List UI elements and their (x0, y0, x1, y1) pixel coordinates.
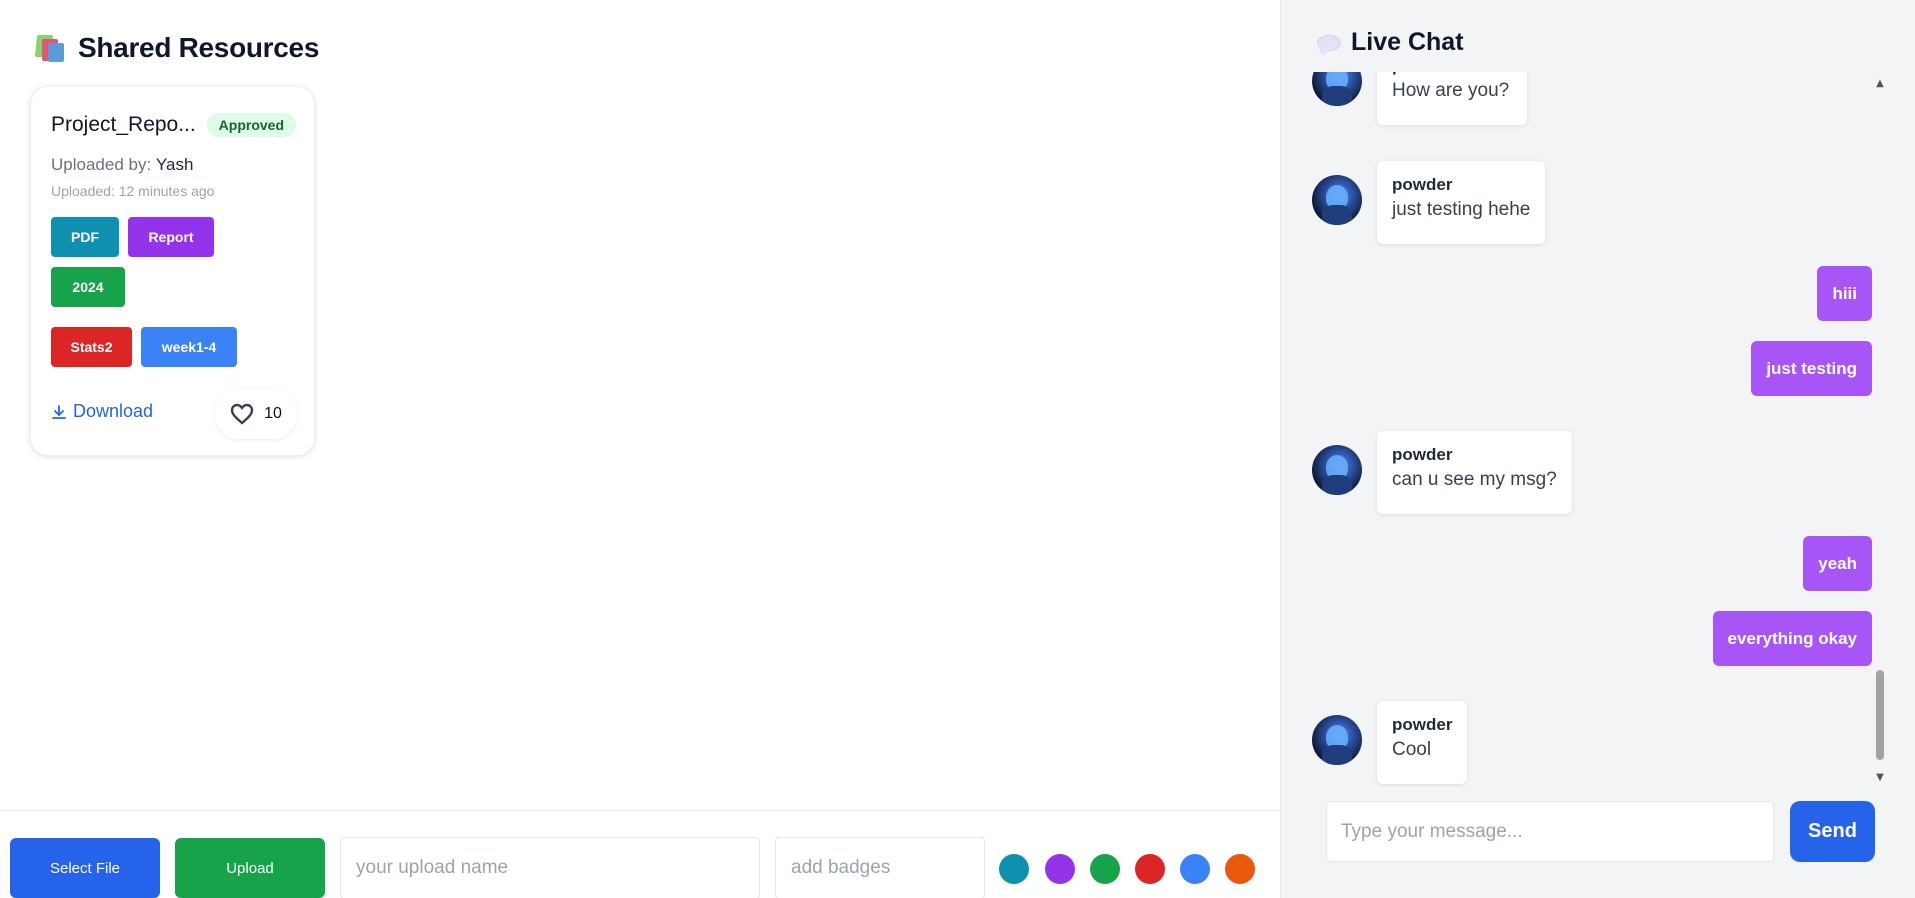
message-text: Cool (1392, 739, 1432, 760)
file-name: Project_Repo... (51, 113, 196, 136)
chat-title: Live Chat (1351, 28, 1464, 56)
badge-week1-4: week1-4 (141, 327, 237, 367)
upload-button[interactable]: Upload (175, 838, 325, 898)
message-sender: powder (1392, 445, 1453, 464)
color-swatch-purple[interactable] (1045, 854, 1075, 884)
chat-message: powder How are you? (1377, 72, 1527, 125)
color-swatch-orange[interactable] (1225, 854, 1255, 884)
chat-message-own: hiii (1817, 266, 1872, 321)
chat-panel: Live Chat powder How are you? powder jus… (1280, 0, 1915, 898)
resource-card: Project_Repo... Approved Uploaded by: Ya… (30, 86, 315, 456)
upload-name-input[interactable] (340, 837, 760, 898)
chat-message-own: yeah (1803, 536, 1872, 591)
like-button[interactable]: 10 (215, 389, 297, 439)
badge-2024: 2024 (51, 267, 125, 307)
download-link[interactable]: Download (51, 401, 153, 422)
status-badge: Approved (206, 113, 296, 137)
resources-panel: Shared Resources Project_Repo... Approve… (0, 0, 1280, 898)
message-sender: powder (1392, 715, 1453, 734)
avatar (1312, 445, 1362, 495)
color-swatch-teal[interactable] (999, 854, 1029, 884)
speech-bubble-icon (1317, 34, 1341, 51)
avatar (1312, 72, 1362, 106)
chat-message-own: just testing (1751, 341, 1872, 396)
download-icon (52, 404, 66, 419)
card-header: Project_Repo... Approved (51, 111, 296, 139)
page-title: Shared Resources (78, 32, 320, 63)
scroll-up-icon[interactable]: ▲ (1874, 78, 1886, 90)
books-icon (34, 33, 66, 63)
message-text: just testing hehe (1392, 199, 1531, 220)
uploaded-by: Uploaded by: Yash (51, 155, 193, 175)
color-swatch-blue[interactable] (1180, 854, 1210, 884)
chat-message: powder can u see my msg? (1377, 431, 1572, 514)
chat-message: powder Cool (1377, 701, 1468, 784)
send-button[interactable]: Send (1790, 801, 1875, 862)
message-text: can u see my msg? (1392, 469, 1557, 490)
message-sender: powder (1392, 175, 1453, 194)
chat-message-input[interactable] (1326, 801, 1774, 862)
scroll-down-icon[interactable]: ▼ (1874, 772, 1886, 784)
scrollbar-thumb[interactable] (1876, 670, 1884, 760)
color-swatch-red[interactable] (1135, 854, 1165, 884)
badge-report: Report (128, 217, 214, 257)
avatar (1312, 715, 1362, 765)
message-sender: powder (1392, 72, 1512, 76)
message-text: How are you? (1392, 80, 1510, 101)
chat-message-own: everything okay (1712, 611, 1872, 666)
badge-stats2: Stats2 (51, 327, 132, 367)
color-swatch-green[interactable] (1090, 854, 1120, 884)
badge-pdf: PDF (51, 217, 119, 257)
like-count: 10 (264, 405, 282, 422)
resources-header: Shared Resources (34, 30, 319, 66)
uploaded-by-label: Uploaded by: (51, 155, 152, 174)
badges-input[interactable] (775, 837, 985, 898)
upload-time: Uploaded: 12 minutes ago (51, 183, 215, 199)
chat-messages[interactable]: powder How are you? powder just testing … (1281, 72, 1881, 787)
heart-icon (230, 403, 254, 425)
download-label: Download (73, 401, 154, 421)
upload-bar: Select File Upload (0, 810, 1280, 898)
uploader-name: Yash (155, 155, 194, 174)
avatar (1312, 175, 1362, 225)
chat-message: powder just testing hehe (1377, 161, 1546, 244)
select-file-button[interactable]: Select File (10, 838, 160, 898)
chat-scrollbar[interactable]: ▲ ▼ (1874, 78, 1886, 784)
chat-header: Live Chat (1317, 28, 1464, 57)
